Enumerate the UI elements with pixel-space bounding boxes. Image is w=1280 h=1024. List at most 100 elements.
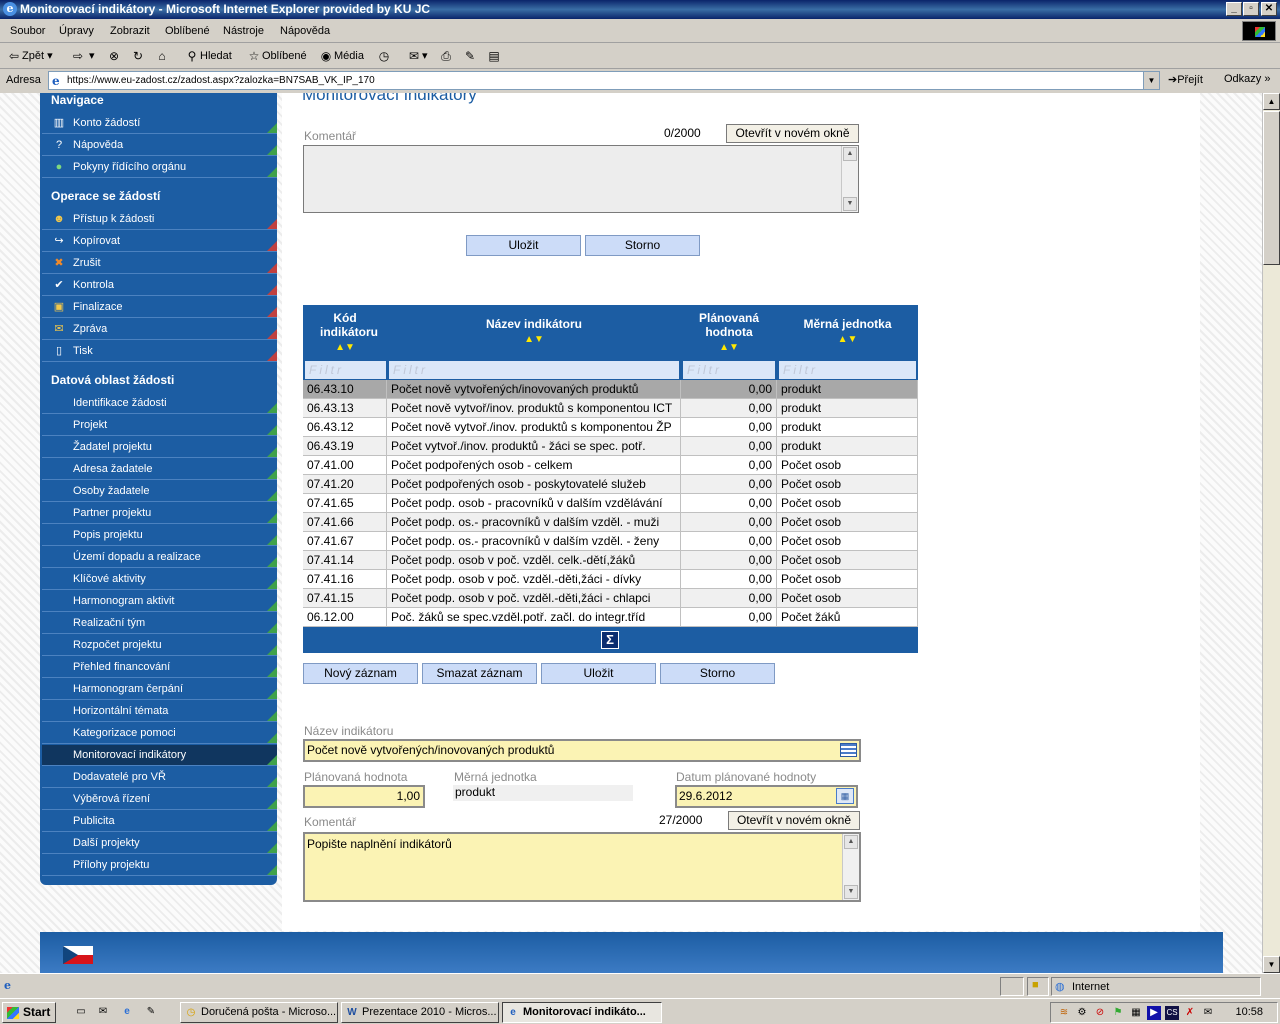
tray-play-icon[interactable]: ▶ [1147, 1006, 1161, 1020]
scroll-up-icon[interactable]: ▲ [844, 835, 858, 849]
col-header-planned[interactable]: Plánovaná hodnota ▲▼ [681, 311, 777, 355]
planned-value-field[interactable]: 1,00 [303, 785, 425, 808]
menu-napoveda[interactable]: Nápověda [280, 25, 330, 37]
nav-item-datova[interactable]: Harmonogram čerpání [42, 679, 277, 700]
outlook-quicklaunch-icon[interactable]: ✉ [96, 1005, 110, 1019]
tray-cs-icon[interactable]: CS [1165, 1006, 1179, 1020]
links-button[interactable]: Odkazy » [1224, 73, 1270, 85]
nav-item-datova[interactable]: Harmonogram aktivit [42, 591, 277, 612]
nav-item-datova[interactable]: Osoby žadatele [42, 481, 277, 502]
new-record-button[interactable]: Nový záznam [303, 663, 418, 684]
filter-name[interactable]: Filtr [389, 361, 679, 379]
show-desktop-icon[interactable]: ▭ [74, 1005, 88, 1019]
nav-item-datova[interactable]: Publicita [42, 811, 277, 832]
task-ie[interactable]: e Monitorovací indikáto... [502, 1002, 662, 1023]
scroll-thumb[interactable] [1263, 111, 1280, 265]
table-row[interactable]: 07.41.15 Počet podp. osob v poč. vzděl.-d… [303, 589, 918, 608]
address-dropdown-button[interactable]: ▼ [1143, 72, 1159, 89]
tray-antivirus-icon[interactable]: ⊘ [1093, 1006, 1107, 1020]
notes-quicklaunch-icon[interactable]: ✎ [144, 1005, 158, 1019]
nav-item-datova[interactable]: Adresa žadatele [42, 459, 277, 480]
scroll-down-icon[interactable]: ▼ [844, 885, 858, 899]
edit-button[interactable]: ✎ [462, 48, 478, 66]
favorites-button[interactable]: ☆ Oblíbené [246, 48, 307, 66]
col-header-name[interactable]: Název indikátoru ▲▼ [387, 317, 681, 347]
refresh-button[interactable]: ↻ [130, 48, 146, 66]
table-row[interactable]: 07.41.16 Počet podp. osob v poč. vzděl.-d… [303, 570, 918, 589]
table-row[interactable]: 06.43.10 Počet nově vytvořených/inovovaný… [303, 380, 918, 399]
search-button[interactable]: ⚲ Hledat [184, 48, 232, 66]
nav-item-tisk[interactable]: ▯ Tisk [42, 341, 277, 362]
menu-upravy[interactable]: Úpravy [59, 25, 94, 37]
tray-monitor-icon[interactable]: ▦ [1129, 1006, 1143, 1020]
table-row[interactable]: 07.41.14 Počet podp. osob v poč. vzděl. c… [303, 551, 918, 570]
minimize-button[interactable]: _ [1226, 2, 1242, 16]
tray-network-icon[interactable]: ≋ [1057, 1006, 1071, 1020]
scroll-down-icon[interactable]: ▼ [1263, 956, 1280, 973]
menu-nastroje[interactable]: Nástroje [223, 25, 264, 37]
nav-item-kopirovat[interactable]: ↪ Kopírovat [42, 231, 277, 252]
menu-zobrazit[interactable]: Zobrazit [110, 25, 150, 37]
stop-button[interactable]: ⊗ [106, 48, 122, 66]
menu-soubor[interactable]: Soubor [10, 25, 45, 37]
go-button[interactable]: ➔Přejít [1168, 73, 1203, 86]
nav-item-datova[interactable]: Popis projektu [42, 525, 277, 546]
nav-item-zprava[interactable]: ✉ Zpráva [42, 319, 277, 340]
nav-item-datova[interactable]: Identifikace žádosti [42, 393, 277, 414]
detail-open-new-window-button[interactable]: Otevřít v novém okně [728, 811, 860, 830]
top-open-new-window-button[interactable]: Otevřít v novém okně [726, 124, 859, 143]
nav-item-datova[interactable]: Projekt [42, 415, 277, 436]
czech-flag-icon[interactable] [63, 946, 93, 964]
nav-item-datova[interactable]: Rozpočet projektu [42, 635, 277, 656]
forward-button[interactable]: ⇨ ▾ [70, 48, 95, 66]
print-button[interactable]: ⎙ [438, 48, 454, 66]
detail-comment-scrollbar[interactable]: ▲ ▼ [842, 834, 859, 900]
nav-item-datova[interactable]: Přehled financování [42, 657, 277, 678]
discuss-button[interactable]: ▤ [486, 48, 502, 66]
top-comment-scrollbar[interactable]: ▲ ▼ [841, 146, 858, 212]
indicator-name-field[interactable]: Počet nově vytvořených/inovovaných produ… [303, 739, 861, 762]
grid-cancel-button[interactable]: Storno [660, 663, 775, 684]
address-input[interactable]: e https://www.eu-zadost.cz/zadost.aspx?z… [48, 71, 1160, 90]
nav-item-pokyny[interactable]: ● Pokyny řídícího orgánu [42, 157, 277, 178]
col-header-unit[interactable]: Měrná jednotka ▲▼ [777, 317, 918, 347]
sum-button[interactable]: Σ [601, 631, 619, 649]
scroll-up-icon[interactable]: ▲ [843, 147, 857, 161]
mail-button[interactable]: ✉ ▾ [406, 48, 428, 66]
table-row[interactable]: 06.43.19 Počet vytvoř./inov. produktů - ž… [303, 437, 918, 456]
nav-item-zrusit[interactable]: ✖ Zrušit [42, 253, 277, 274]
nav-item-datova[interactable]: Výběrová řízení [42, 789, 277, 810]
nav-item-datova[interactable]: Přílohy projektu [42, 855, 277, 876]
delete-record-button[interactable]: Smazat záznam [422, 663, 537, 684]
table-row[interactable]: 07.41.00 Počet podpořených osob - celkem 0… [303, 456, 918, 475]
page-scrollbar[interactable]: ▲ ▼ [1262, 93, 1280, 973]
table-row[interactable]: 07.41.67 Počet podp. os.- pracovníků v da… [303, 532, 918, 551]
nav-item-napoveda[interactable]: ? Nápověda [42, 135, 277, 156]
sort-arrows-icon[interactable]: ▲▼ [838, 334, 858, 345]
table-row[interactable]: 06.43.13 Počet nově vytvoř/inov. produktů… [303, 399, 918, 418]
history-button[interactable]: ◷ [376, 48, 392, 66]
nav-item-finalizace[interactable]: ▣ Finalizace [42, 297, 277, 318]
nav-item-datova[interactable]: Realizační tým [42, 613, 277, 634]
nav-item-datova[interactable]: Dodavatelé pro VŘ [42, 767, 277, 788]
nav-item-datova[interactable]: Další projekty [42, 833, 277, 854]
calendar-icon[interactable]: ▦ [836, 788, 854, 804]
tray-flag-icon[interactable]: ⚑ [1111, 1006, 1125, 1020]
nav-item-datova[interactable]: Horizontální témata [42, 701, 277, 722]
grid-save-button[interactable]: Uložit [541, 663, 656, 684]
filter-code[interactable]: Filtr [305, 361, 386, 379]
tray-disconnect-icon[interactable]: ✗ [1183, 1006, 1197, 1020]
scroll-up-icon[interactable]: ▲ [1263, 93, 1280, 110]
media-button[interactable]: ◉ Média [318, 48, 364, 66]
nav-item-datova[interactable]: Monitorovací indikátory [42, 745, 277, 766]
task-outlook[interactable]: ◷ Doručená pošta - Microso... [180, 1002, 338, 1023]
home-button[interactable]: ⌂ [154, 48, 170, 66]
top-comment-textarea[interactable]: ▲ ▼ [303, 145, 859, 213]
col-header-code[interactable]: Kód indikátoru ▲▼ [303, 311, 387, 355]
nav-item-datova[interactable]: Klíčové aktivity [42, 569, 277, 590]
back-button[interactable]: ⇦ Zpět ▾ [6, 48, 53, 66]
date-field[interactable]: 29.6.2012 ▦ [675, 785, 858, 808]
top-save-button[interactable]: Uložit [466, 235, 581, 256]
top-cancel-button[interactable]: Storno [585, 235, 700, 256]
menu-oblibene[interactable]: Oblíbené [165, 25, 210, 37]
